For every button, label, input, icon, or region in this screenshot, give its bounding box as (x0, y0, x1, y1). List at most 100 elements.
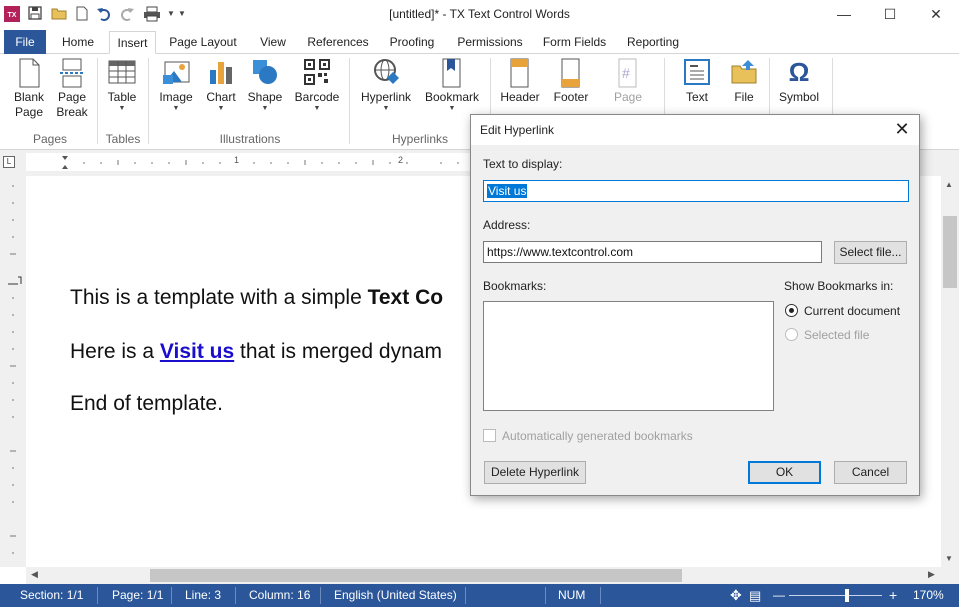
text-to-display-label: Text to display: (483, 157, 563, 171)
tab-proofing[interactable]: Proofing (382, 31, 442, 54)
selected-file-label[interactable]: Selected file (804, 328, 869, 342)
scroll-right-icon[interactable]: ▶ (928, 569, 935, 580)
show-bookmarks-label: Show Bookmarks in: (784, 279, 894, 293)
table-button[interactable]: Table ▼ (102, 58, 142, 113)
scroll-left-icon[interactable]: ◀ (31, 569, 38, 580)
bookmark-label: Bookmark (424, 90, 480, 104)
image-button[interactable]: Image ▼ (155, 58, 197, 113)
bookmark-button[interactable]: Bookmark ▼ (420, 58, 484, 113)
tab-stop-selector[interactable]: L (3, 156, 15, 168)
file-insert-button[interactable]: File (724, 58, 764, 105)
hyperlink-text[interactable]: Visit us (160, 340, 234, 363)
selected-file-radio[interactable] (785, 328, 798, 341)
hyperlink-button[interactable]: Hyperlink ▼ (356, 58, 416, 113)
dialog-close-button[interactable]: ✕ (885, 115, 919, 145)
paragraph-text: that is merged dynam (234, 340, 442, 363)
tab-page-layout[interactable]: Page Layout (163, 31, 243, 54)
zoom-slider-track[interactable] (789, 595, 882, 596)
select-file-button[interactable]: Select file... (834, 241, 907, 264)
page-break-button[interactable]: Page Break (52, 58, 92, 120)
view-mode-icon[interactable]: ✥ (730, 584, 742, 607)
header-button[interactable]: Header (497, 58, 543, 105)
auto-bookmarks-checkbox[interactable] (483, 429, 496, 442)
address-input[interactable]: https://www.textcontrol.com (483, 241, 822, 263)
tab-home[interactable]: Home (53, 31, 103, 54)
tab-view[interactable]: View (252, 31, 294, 54)
group-label-tables: Tables (105, 132, 141, 146)
table-label: Table (107, 90, 137, 104)
status-bar: Section: 1/1 Page: 1/1 Line: 3 Column: 1… (0, 584, 959, 607)
status-section: Section: 1/1 (20, 588, 84, 602)
current-document-radio[interactable] (785, 304, 798, 317)
bold-text: Text Co (367, 286, 444, 309)
scroll-down-icon[interactable]: ▼ (945, 554, 953, 563)
page-break-label: Page Break (56, 90, 88, 119)
tab-permissions[interactable]: Permissions (450, 31, 530, 54)
minimize-button[interactable]: — (821, 0, 867, 30)
group-label-hyperlinks: Hyperlinks (391, 132, 448, 146)
shape-dropdown-icon: ▼ (261, 105, 269, 112)
bookmark-dropdown-icon: ▼ (448, 105, 456, 112)
auto-bookmarks-label[interactable]: Automatically generated bookmarks (502, 429, 693, 443)
scroll-up-icon[interactable]: ▲ (945, 180, 953, 189)
tab-references[interactable]: References (302, 31, 374, 54)
table-dropdown-icon: ▼ (118, 105, 126, 112)
ruler-mark: 1 (234, 155, 240, 165)
footer-label: Footer (553, 90, 589, 104)
symbol-label: Symbol (778, 90, 819, 104)
group-label-illustrations: Illustrations (219, 132, 281, 146)
table-icon (108, 58, 136, 86)
text-to-display-input[interactable]: Visit us (483, 180, 909, 202)
status-divider (600, 587, 601, 604)
blank-page-button[interactable]: Blank Page (8, 58, 50, 120)
vertical-scrollbar[interactable]: ▲ ▼ (941, 176, 959, 567)
status-divider (171, 587, 172, 604)
status-language[interactable]: English (United States) (334, 584, 457, 607)
image-icon (162, 58, 190, 86)
title-bar: TX ▼ ▼ [untitled]* - TX Text Control Wor… (0, 0, 959, 30)
maximize-button[interactable]: ☐ (867, 0, 913, 30)
tab-reporting[interactable]: Reporting (620, 31, 686, 54)
hyperlink-dropdown-icon: ▼ (382, 105, 390, 112)
group-divider (148, 58, 149, 144)
page-view-icon[interactable]: ▤ (749, 584, 761, 607)
shape-button[interactable]: Shape ▼ (245, 58, 285, 113)
page-number-button[interactable]: # Page (605, 58, 651, 105)
symbol-button[interactable]: Ω Symbol (776, 58, 822, 105)
ok-button[interactable]: OK (748, 461, 821, 484)
ribbon-tabs: File Home Insert Page Layout View Refere… (0, 30, 959, 54)
text-box-icon (683, 58, 711, 86)
horizontal-scroll-thumb[interactable] (150, 569, 682, 582)
footer-button[interactable]: Footer (548, 58, 594, 105)
tab-form-fields[interactable]: Form Fields (537, 31, 612, 54)
hyperlink-label: Hyperlink (360, 90, 411, 104)
zoom-level[interactable]: 170% (913, 584, 944, 607)
chart-button[interactable]: Chart ▼ (201, 58, 241, 113)
barcode-dropdown-icon: ▼ (313, 105, 321, 112)
vertical-scroll-thumb[interactable] (943, 216, 957, 288)
zoom-out-icon[interactable]: — (773, 584, 785, 607)
bookmark-icon (438, 58, 466, 88)
edit-hyperlink-dialog: Edit Hyperlink ✕ Text to display: Visit … (470, 114, 920, 496)
tab-file[interactable]: File (4, 30, 46, 54)
close-button[interactable]: ✕ (913, 0, 959, 30)
current-document-label[interactable]: Current document (804, 304, 900, 318)
blank-page-icon (15, 58, 43, 88)
shape-label: Shape (247, 90, 283, 104)
tab-insert[interactable]: Insert (109, 31, 156, 54)
group-label-pages: Pages (32, 132, 68, 146)
scroll-corner (941, 567, 959, 584)
selected-text: Visit us (487, 184, 528, 198)
bookmarks-list[interactable] (483, 301, 774, 411)
barcode-button[interactable]: Barcode ▼ (291, 58, 343, 113)
zoom-in-icon[interactable]: + (889, 584, 897, 607)
delete-hyperlink-button[interactable]: Delete Hyperlink (484, 461, 586, 484)
vertical-ruler (0, 176, 26, 567)
footer-icon (557, 58, 585, 88)
group-divider (349, 58, 350, 144)
horizontal-scrollbar[interactable]: ◀ ▶ (26, 567, 941, 584)
barcode-label: Barcode (294, 90, 340, 104)
cancel-button[interactable]: Cancel (834, 461, 907, 484)
text-button[interactable]: Text (675, 58, 719, 105)
zoom-slider-thumb[interactable] (844, 589, 849, 602)
